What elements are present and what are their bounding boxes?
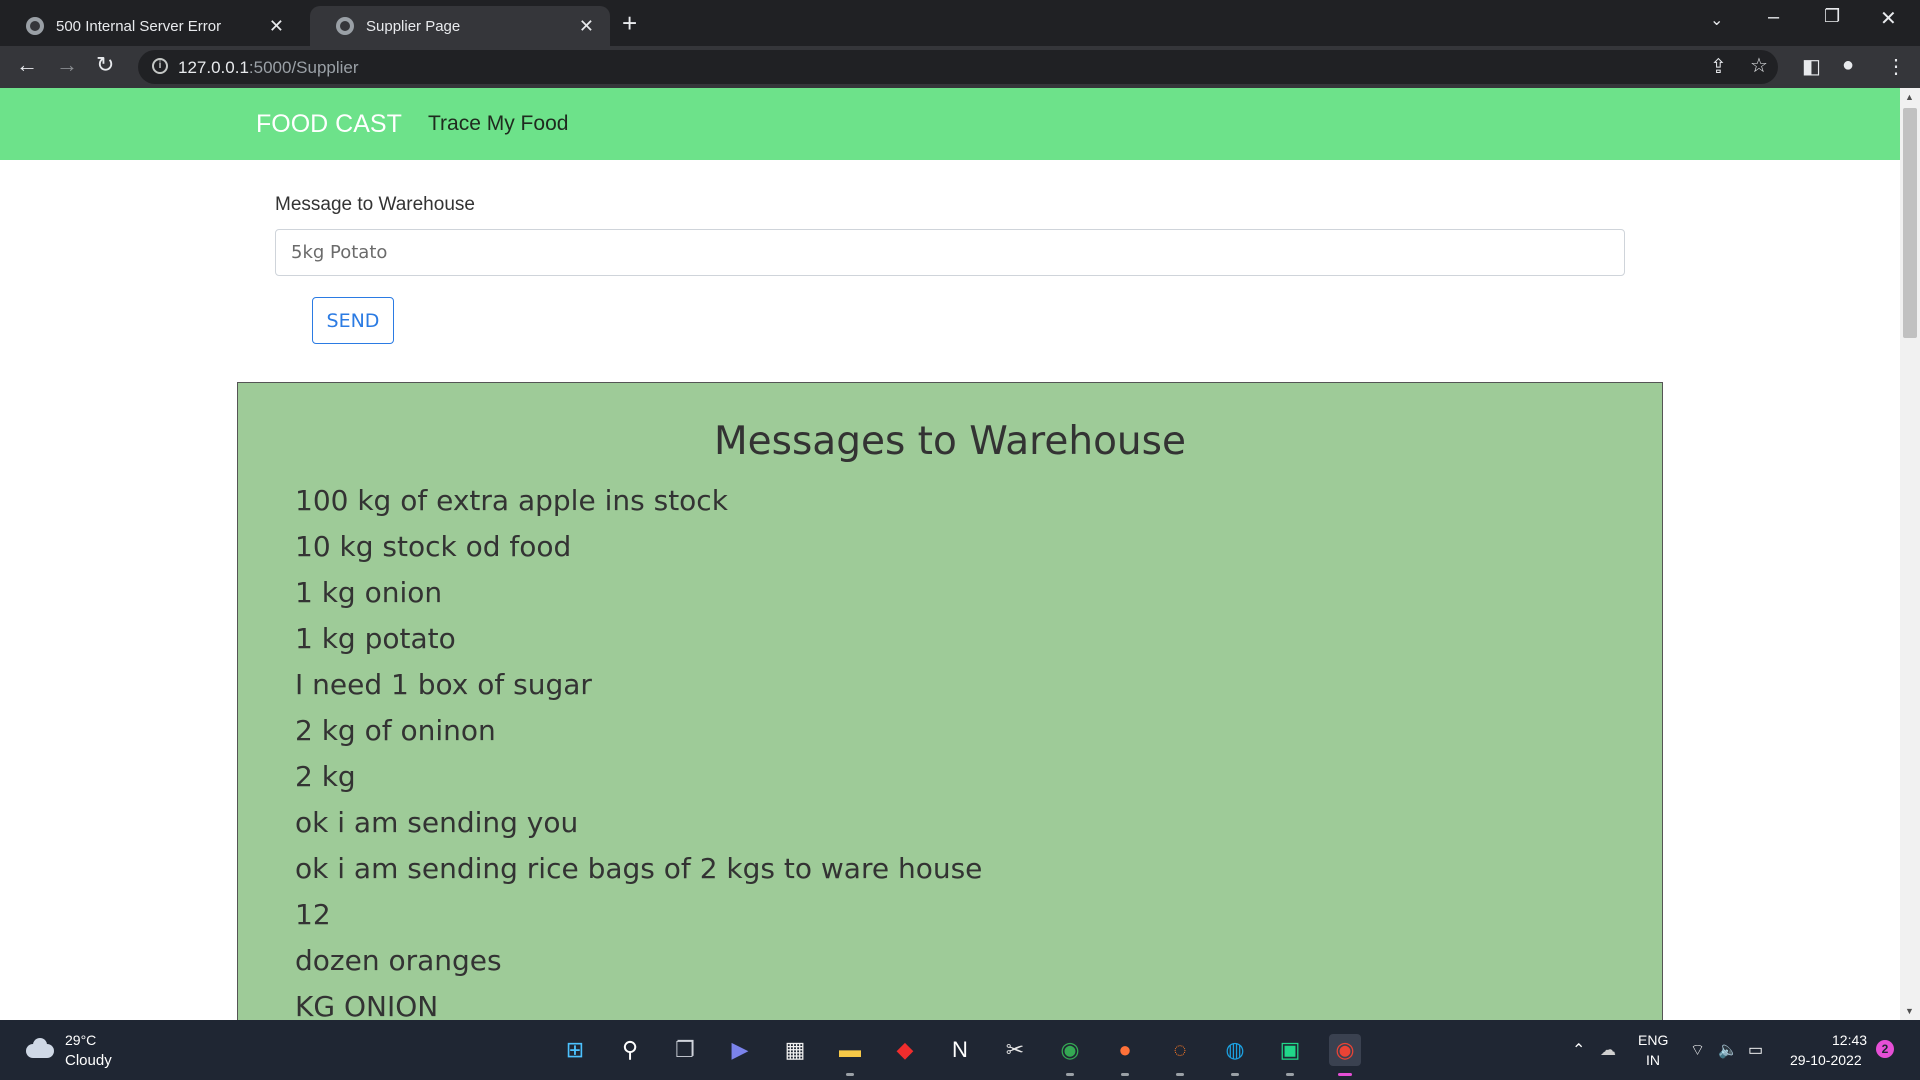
tab-supplier-page[interactable]: Supplier Page ✕ (310, 6, 610, 46)
chrome-profile-icon[interactable]: ◉ (1329, 1034, 1361, 1076)
minimize-icon[interactable]: – (1768, 6, 1779, 29)
globe-icon (336, 17, 354, 35)
url-text[interactable]: 127.0.0.1:5000/Supplier (178, 58, 359, 78)
scroll-down-icon[interactable]: ▼ (1905, 1006, 1914, 1016)
list-item: KG ONION (295, 990, 439, 1020)
site-info-icon[interactable]: i (152, 58, 168, 74)
windows-start-icon[interactable]: ⊞ (559, 1034, 591, 1066)
list-item: 1 kg potato (295, 622, 456, 655)
weather-condition[interactable]: Cloudy (65, 1052, 112, 1069)
list-item: 2 kg of oninon (295, 714, 496, 747)
list-item: 2 kg (295, 760, 356, 793)
file-explorer-icon[interactable]: ▬ (834, 1034, 866, 1076)
menu-kebab-icon[interactable]: ⋮ (1886, 54, 1906, 79)
notion-icon[interactable]: N (944, 1034, 976, 1066)
message-input[interactable] (275, 229, 1625, 276)
close-tab-icon[interactable]: ✕ (579, 16, 594, 37)
scroll-up-icon[interactable]: ▲ (1905, 92, 1914, 102)
snipping-tool-icon[interactable]: ✂ (999, 1034, 1031, 1066)
onedrive-icon[interactable]: ☁ (1600, 1040, 1616, 1060)
profile-icon[interactable]: ● (1842, 54, 1854, 77)
list-item: 12 (295, 898, 331, 931)
list-item: ok i am sending rice bags of 2 kgs to wa… (295, 852, 983, 885)
anydesk-icon[interactable]: ◆ (889, 1034, 921, 1066)
url-host: 127.0.0.1 (178, 58, 249, 77)
edge-icon[interactable]: ◍ (1219, 1034, 1251, 1076)
globe-icon (26, 17, 44, 35)
restore-icon[interactable]: ❐ (1824, 6, 1840, 27)
tab-title: 500 Internal Server Error (56, 17, 222, 35)
send-button[interactable]: SEND (312, 297, 394, 344)
close-tab-icon[interactable]: ✕ (269, 16, 284, 37)
scroll-thumb[interactable] (1903, 108, 1917, 338)
store-icon[interactable]: ▦ (779, 1034, 811, 1066)
message-label: Message to Warehouse (275, 194, 475, 215)
chrome-icon[interactable]: ◉ (1054, 1034, 1086, 1076)
show-hidden-icons-icon[interactable]: ⌃ (1572, 1040, 1585, 1060)
volume-icon[interactable]: 🔈 (1718, 1040, 1738, 1060)
list-item: dozen oranges (295, 944, 502, 977)
wifi-icon[interactable]: ⌔ (1690, 1040, 1705, 1060)
bookmark-star-icon[interactable]: ☆ (1750, 53, 1768, 78)
notification-badge[interactable]: 2 (1876, 1040, 1894, 1058)
page-viewport: FOOD CAST Trace My Food Message to Wareh… (0, 88, 1900, 1020)
list-item: I need 1 box of sugar (295, 668, 592, 701)
brand-logo[interactable]: FOOD CAST (256, 110, 402, 139)
weather-temperature[interactable]: 29°C (65, 1032, 96, 1048)
share-icon[interactable]: ⇪ (1710, 54, 1727, 79)
task-view-icon[interactable]: ❐ (669, 1034, 701, 1066)
address-bar[interactable]: i 127.0.0.1:5000/Supplier ⇪ ☆ (138, 50, 1778, 84)
browser-toolbar: ← → ↻ i 127.0.0.1:5000/Supplier ⇪ ☆ ◧ ● … (0, 46, 1920, 88)
messages-list: 100 kg of extra apple ins stock 10 kg st… (295, 478, 982, 1020)
tab-title: Supplier Page (366, 17, 461, 35)
close-window-icon[interactable]: ✕ (1880, 6, 1897, 31)
tab-search-icon[interactable]: ⌄ (1710, 10, 1723, 30)
clock-date[interactable]: 29-10-2022 (1790, 1052, 1862, 1068)
list-item: 10 kg stock od food (295, 530, 572, 563)
clock-time[interactable]: 12:43 (1832, 1032, 1867, 1048)
page-scrollbar[interactable]: ▲ ▼ (1900, 88, 1920, 1020)
new-tab-button[interactable]: + (622, 8, 637, 39)
battery-icon[interactable]: ▭ (1748, 1040, 1763, 1060)
language-indicator[interactable]: ENG (1638, 1032, 1668, 1048)
list-item: 100 kg of extra apple ins stock (295, 484, 728, 517)
pycharm-icon[interactable]: ▣ (1274, 1034, 1306, 1076)
chat-icon[interactable]: ▶ (724, 1034, 756, 1066)
firefox-icon[interactable]: ● (1109, 1034, 1141, 1076)
list-item: 1 kg onion (295, 576, 443, 609)
search-icon[interactable]: ⚲ (614, 1034, 646, 1066)
list-item: ok i am sending you (295, 806, 579, 839)
url-path: :5000/Supplier (248, 58, 359, 77)
tab-500-error[interactable]: 500 Internal Server Error ✕ (0, 6, 300, 46)
messages-title: Messages to Warehouse (714, 419, 1186, 464)
reload-icon[interactable]: ↻ (96, 52, 114, 78)
jupyter-icon[interactable]: ◌ (1164, 1034, 1196, 1076)
messages-panel: Messages to Warehouse 100 kg of extra ap… (237, 382, 1663, 1020)
windows-taskbar: 29°C Cloudy ⊞ ⚲ ❐ ▶ ▦ ▬ ◆ N ✂ ◉ ● ◌ ◍ ▣ … (0, 1020, 1920, 1080)
cloud-icon[interactable] (24, 1038, 56, 1058)
site-navbar: FOOD CAST Trace My Food (0, 88, 1900, 160)
forward-icon[interactable]: → (56, 52, 78, 78)
back-icon[interactable]: ← (16, 52, 38, 78)
browser-tab-strip: 500 Internal Server Error ✕ Supplier Pag… (0, 0, 1920, 46)
region-indicator[interactable]: IN (1646, 1052, 1660, 1068)
nav-link-trace-my-food[interactable]: Trace My Food (428, 112, 568, 136)
side-panel-icon[interactable]: ◧ (1802, 54, 1821, 79)
